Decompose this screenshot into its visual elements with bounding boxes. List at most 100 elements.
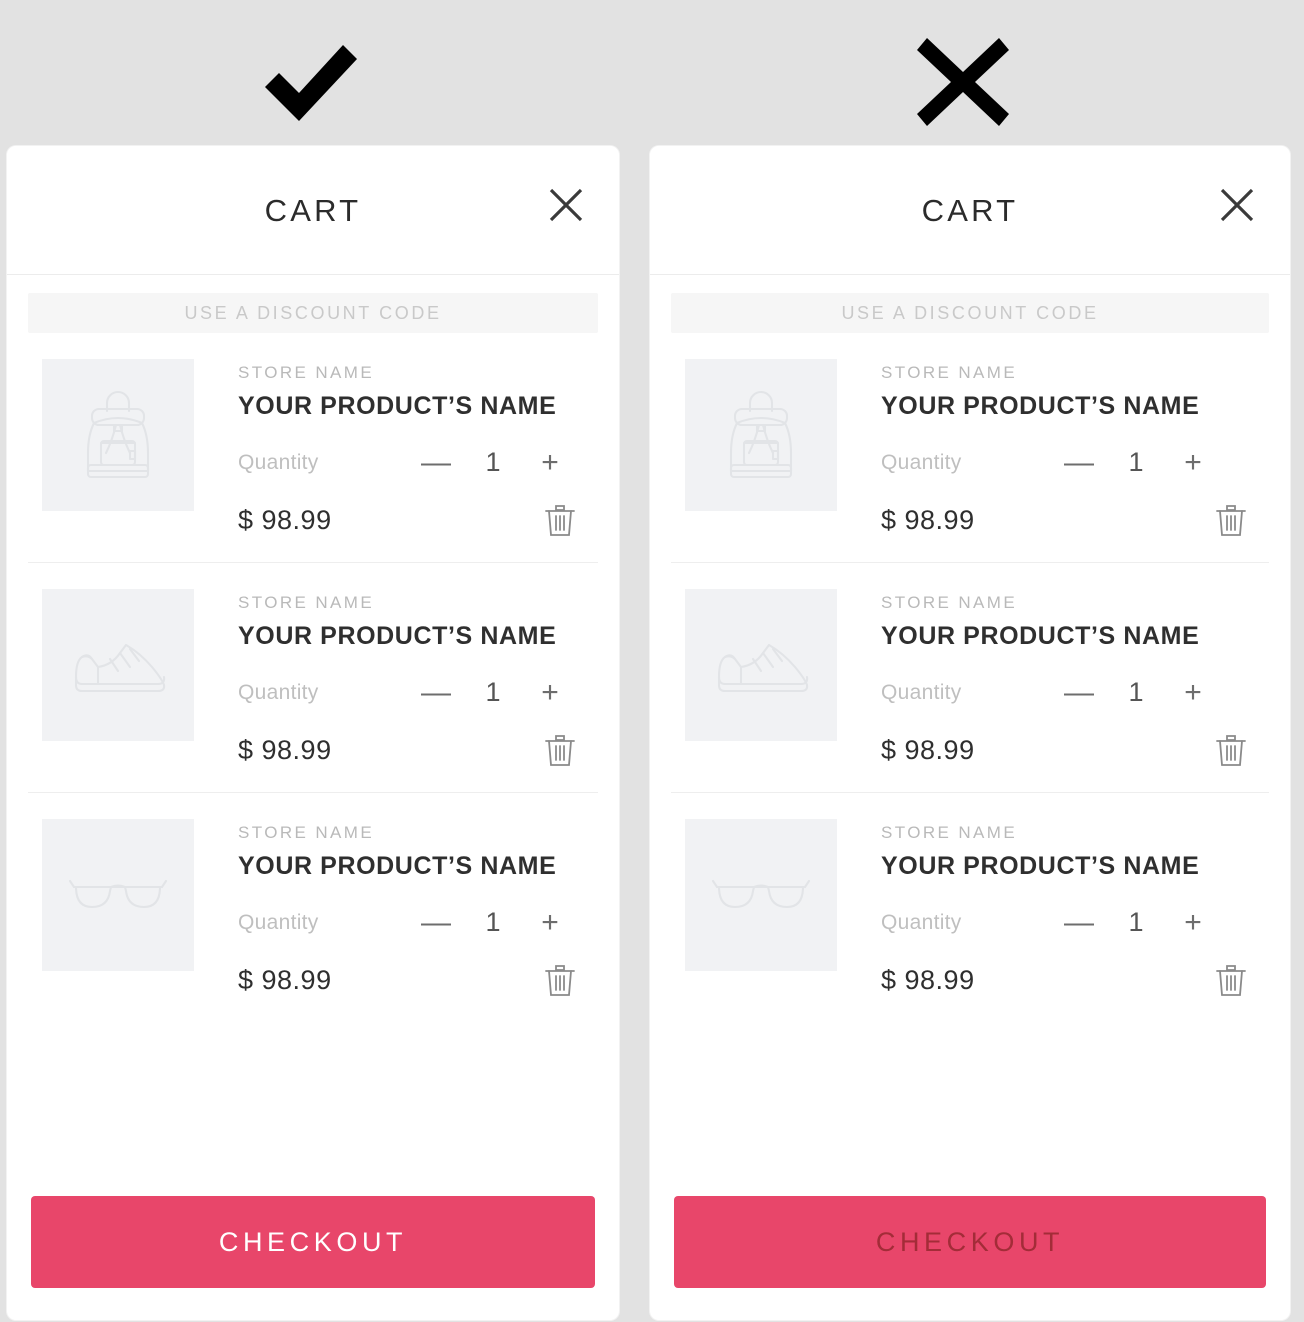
checkout-button[interactable]: CHECKOUT bbox=[31, 1196, 595, 1288]
checkout-button[interactable]: CHECKOUT bbox=[674, 1196, 1266, 1288]
glasses-icon bbox=[68, 879, 168, 909]
price-row: $ 98.99 bbox=[881, 962, 1269, 998]
quantity-label: Quantity bbox=[881, 450, 962, 474]
product-price: $ 98.99 bbox=[238, 504, 332, 535]
quantity-increment-button[interactable]: + bbox=[530, 447, 570, 478]
glasses-icon bbox=[711, 879, 811, 909]
quantity-decrement-button[interactable]: — bbox=[416, 447, 456, 478]
product-name: YOUR PRODUCT’S NAME bbox=[881, 392, 1200, 420]
price-row: $ 98.99 bbox=[238, 962, 598, 998]
product-name: YOUR PRODUCT’S NAME bbox=[238, 392, 557, 420]
product-thumbnail[interactable] bbox=[685, 359, 837, 511]
quantity-label: Quantity bbox=[881, 680, 962, 704]
quantity-stepper: Quantity — 1 + bbox=[881, 447, 1269, 478]
checkout-section: CHECKOUT bbox=[7, 1196, 619, 1288]
cart-panel-bad: CART USE A DISCOUNT CODE STORE NAME YOUR… bbox=[650, 146, 1290, 1320]
page-title: CART bbox=[921, 193, 1019, 228]
store-name: STORE NAME bbox=[881, 593, 1018, 612]
quantity-increment-button[interactable]: + bbox=[530, 907, 570, 938]
trash-icon[interactable] bbox=[1215, 732, 1247, 768]
product-name: YOUR PRODUCT’S NAME bbox=[238, 622, 557, 650]
product-thumbnail[interactable] bbox=[42, 819, 194, 971]
verdict-banner bbox=[0, 0, 1304, 146]
product-price: $ 98.99 bbox=[881, 504, 975, 535]
product-details: STORE NAME YOUR PRODUCT’S NAME Quantity … bbox=[238, 589, 598, 768]
discount-code-input[interactable]: USE A DISCOUNT CODE bbox=[28, 293, 598, 333]
list-item: STORE NAME YOUR PRODUCT’S NAME Quantity … bbox=[671, 792, 1269, 998]
discount-code-input[interactable]: USE A DISCOUNT CODE bbox=[671, 293, 1269, 333]
price-row: $ 98.99 bbox=[238, 502, 598, 538]
product-name: YOUR PRODUCT’S NAME bbox=[238, 852, 557, 880]
product-thumbnail[interactable] bbox=[685, 819, 837, 971]
store-name: STORE NAME bbox=[238, 823, 375, 842]
store-name: STORE NAME bbox=[881, 823, 1018, 842]
discount-code-label: USE A DISCOUNT CODE bbox=[184, 302, 442, 323]
discount-section: USE A DISCOUNT CODE bbox=[7, 275, 619, 333]
quantity-decrement-button[interactable]: — bbox=[416, 677, 456, 708]
price-row: $ 98.99 bbox=[881, 732, 1269, 768]
product-price: $ 98.99 bbox=[238, 964, 332, 995]
quantity-decrement-button[interactable]: — bbox=[1059, 907, 1099, 938]
quantity-increment-button[interactable]: + bbox=[1173, 447, 1213, 478]
comparison-stage: CART USE A DISCOUNT CODE STORE NAME YOUR… bbox=[0, 0, 1304, 1322]
quantity-stepper: Quantity — 1 + bbox=[238, 447, 598, 478]
discount-section: USE A DISCOUNT CODE bbox=[650, 275, 1290, 333]
cart-header: CART bbox=[7, 146, 619, 275]
quantity-label: Quantity bbox=[881, 910, 962, 934]
quantity-value: 1 bbox=[485, 447, 501, 477]
quantity-decrement-button[interactable]: — bbox=[416, 907, 456, 938]
product-list: STORE NAME YOUR PRODUCT’S NAME Quantity … bbox=[7, 333, 619, 998]
product-details: STORE NAME YOUR PRODUCT’S NAME Quantity … bbox=[238, 819, 598, 998]
sneaker-icon bbox=[74, 643, 166, 693]
page-title: CART bbox=[264, 193, 362, 228]
product-details: STORE NAME YOUR PRODUCT’S NAME Quantity … bbox=[881, 819, 1269, 998]
backpack-icon bbox=[86, 391, 150, 479]
checkout-button-label: CHECKOUT bbox=[218, 1226, 408, 1257]
product-price: $ 98.99 bbox=[881, 734, 975, 765]
quantity-stepper: Quantity — 1 + bbox=[881, 677, 1269, 708]
close-x-icon[interactable] bbox=[545, 184, 587, 226]
list-item: STORE NAME YOUR PRODUCT’S NAME Quantity … bbox=[28, 792, 598, 998]
product-details: STORE NAME YOUR PRODUCT’S NAME Quantity … bbox=[238, 359, 598, 538]
quantity-value: 1 bbox=[1128, 447, 1144, 477]
product-details: STORE NAME YOUR PRODUCT’S NAME Quantity … bbox=[881, 359, 1269, 538]
quantity-value: 1 bbox=[1128, 907, 1144, 937]
quantity-stepper: Quantity — 1 + bbox=[881, 907, 1269, 938]
product-thumbnail[interactable] bbox=[42, 359, 194, 511]
product-price: $ 98.99 bbox=[238, 734, 332, 765]
checkmark-icon bbox=[259, 32, 363, 132]
price-row: $ 98.99 bbox=[238, 732, 598, 768]
cart-panel-good: CART USE A DISCOUNT CODE STORE NAME YOUR… bbox=[7, 146, 619, 1320]
quantity-label: Quantity bbox=[238, 450, 319, 474]
product-name: YOUR PRODUCT’S NAME bbox=[881, 622, 1200, 650]
product-thumbnail[interactable] bbox=[685, 589, 837, 741]
trash-icon[interactable] bbox=[544, 732, 576, 768]
list-item: STORE NAME YOUR PRODUCT’S NAME Quantity … bbox=[28, 562, 598, 768]
quantity-decrement-button[interactable]: — bbox=[1059, 447, 1099, 478]
quantity-stepper: Quantity — 1 + bbox=[238, 907, 598, 938]
quantity-increment-button[interactable]: + bbox=[530, 677, 570, 708]
quantity-increment-button[interactable]: + bbox=[1173, 677, 1213, 708]
quantity-label: Quantity bbox=[238, 680, 319, 704]
cart-header: CART bbox=[650, 146, 1290, 275]
product-list: STORE NAME YOUR PRODUCT’S NAME Quantity … bbox=[650, 333, 1290, 998]
sneaker-icon bbox=[717, 643, 809, 693]
quantity-decrement-button[interactable]: — bbox=[1059, 677, 1099, 708]
close-x-icon[interactable] bbox=[1216, 184, 1258, 226]
quantity-value: 1 bbox=[485, 677, 501, 707]
product-details: STORE NAME YOUR PRODUCT’S NAME Quantity … bbox=[881, 589, 1269, 768]
list-item: STORE NAME YOUR PRODUCT’S NAME Quantity … bbox=[671, 333, 1269, 538]
store-name: STORE NAME bbox=[881, 363, 1018, 382]
quantity-value: 1 bbox=[485, 907, 501, 937]
trash-icon[interactable] bbox=[1215, 962, 1247, 998]
product-thumbnail[interactable] bbox=[42, 589, 194, 741]
trash-icon[interactable] bbox=[544, 502, 576, 538]
quantity-increment-button[interactable]: + bbox=[1173, 907, 1213, 938]
trash-icon[interactable] bbox=[1215, 502, 1247, 538]
price-row: $ 98.99 bbox=[881, 502, 1269, 538]
checkout-button-label: CHECKOUT bbox=[875, 1226, 1065, 1257]
backpack-icon bbox=[729, 391, 793, 479]
store-name: STORE NAME bbox=[238, 593, 375, 612]
trash-icon[interactable] bbox=[544, 962, 576, 998]
quantity-stepper: Quantity — 1 + bbox=[238, 677, 598, 708]
